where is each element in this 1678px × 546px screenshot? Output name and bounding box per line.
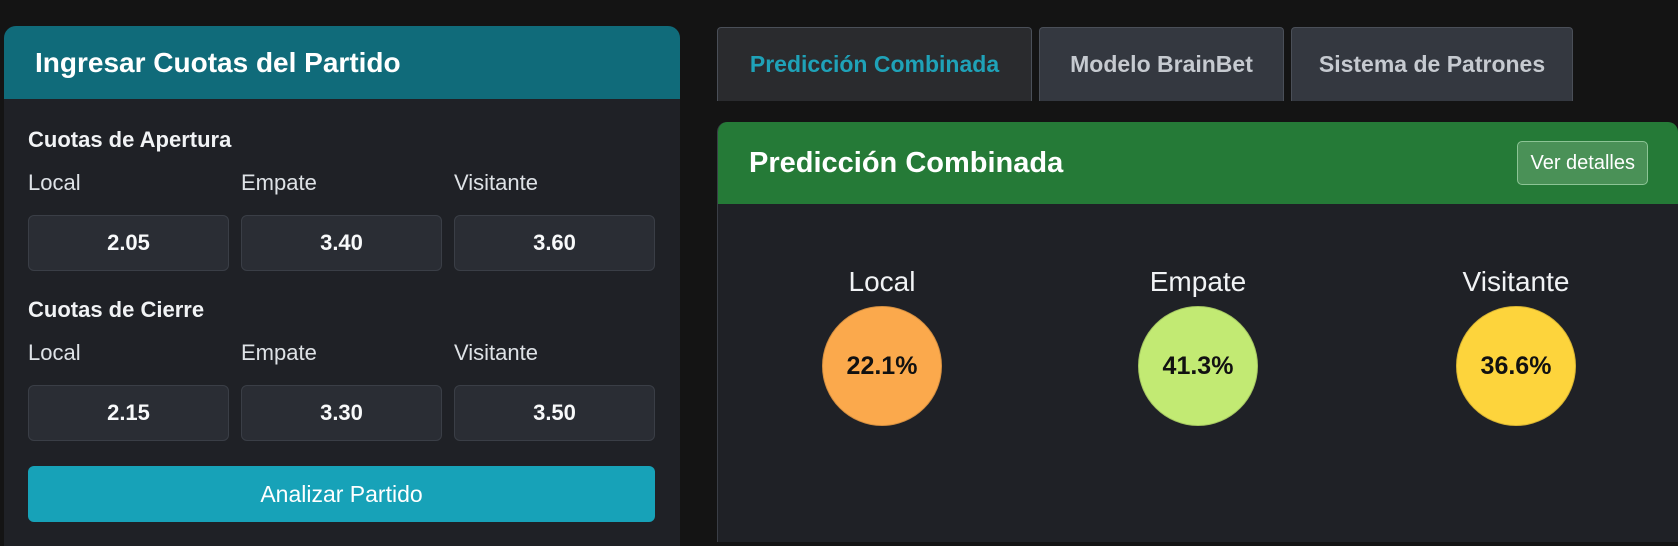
outcome-away-label: Visitante (1462, 266, 1570, 297)
outcome-local: Local 22.1% (792, 266, 972, 426)
tab-brainbet-model[interactable]: Modelo BrainBet (1039, 27, 1284, 101)
closing-away-input[interactable]: 3.50 (454, 385, 655, 441)
closing-odds-title: Cuotas de Cierre (28, 297, 205, 322)
closing-away-label: Visitante (454, 340, 538, 365)
analyze-match-button[interactable]: Analizar Partido (28, 466, 655, 522)
outcome-draw-label: Empate (1149, 266, 1247, 297)
tab-pattern-system[interactable]: Sistema de Patrones (1291, 27, 1573, 101)
outcome-away: Visitante 36.6% (1426, 266, 1606, 426)
opening-odds-title: Cuotas de Apertura (28, 127, 232, 152)
closing-local-input[interactable]: 2.15 (28, 385, 229, 441)
combined-prediction-card: Predicción Combinada Ver detalles Local … (717, 122, 1678, 542)
outcome-local-circle: 22.1% (822, 306, 942, 426)
prediction-header: Predicción Combinada Ver detalles (718, 122, 1678, 204)
odds-input-title: Ingresar Cuotas del Partido (35, 46, 401, 78)
closing-local-label: Local (28, 340, 81, 365)
closing-draw-input[interactable]: 3.30 (241, 385, 442, 441)
view-details-button[interactable]: Ver detalles (1517, 141, 1648, 185)
outcome-away-circle: 36.6% (1456, 306, 1576, 426)
opening-local-input[interactable]: 2.05 (28, 215, 229, 271)
odds-input-header: Ingresar Cuotas del Partido (4, 26, 680, 99)
outcome-probabilities: Local 22.1% Empate 41.3% Visitante 36.6% (718, 204, 1678, 504)
opening-draw-label: Empate (241, 170, 317, 195)
opening-draw-input[interactable]: 3.40 (241, 215, 442, 271)
outcome-draw: Empate 41.3% (1108, 266, 1288, 426)
outcome-local-label: Local (848, 266, 916, 297)
closing-draw-label: Empate (241, 340, 317, 365)
odds-input-card: Ingresar Cuotas del Partido Cuotas de Ap… (4, 26, 680, 546)
outcome-draw-circle: 41.3% (1138, 306, 1258, 426)
opening-away-label: Visitante (454, 170, 538, 195)
prediction-title: Predicción Combinada (749, 146, 1064, 179)
opening-away-input[interactable]: 3.60 (454, 215, 655, 271)
opening-local-label: Local (28, 170, 81, 195)
tab-combined-prediction[interactable]: Predicción Combinada (717, 27, 1032, 101)
prediction-tabs: Predicción Combinada Modelo BrainBet Sis… (717, 27, 1580, 101)
